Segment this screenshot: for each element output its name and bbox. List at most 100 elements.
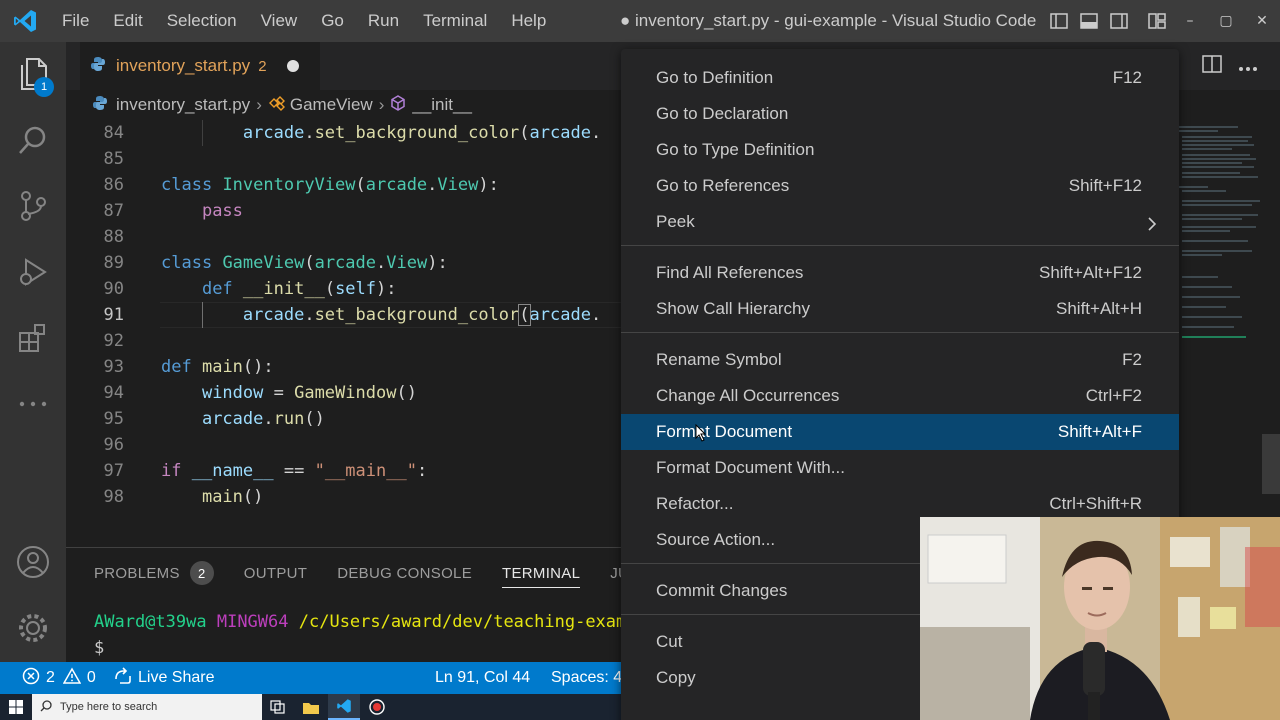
live-share-label: Live Share — [138, 669, 215, 686]
code-text: arcade.set_background_color(arcade. — [242, 123, 602, 143]
tab-debug-console[interactable]: DEBUG CONSOLE — [337, 548, 472, 598]
vscode-taskbar-icon[interactable] — [328, 694, 360, 720]
indentation-spaces[interactable]: Spaces: 4 — [551, 662, 622, 694]
code-line: 92 — [66, 328, 666, 354]
accounts-icon[interactable] — [0, 530, 66, 594]
menu-format-document-with[interactable]: Format Document With... — [621, 450, 1179, 486]
menu-terminal[interactable]: Terminal — [411, 0, 499, 42]
python-file-icon — [90, 56, 106, 76]
extensions-icon[interactable] — [0, 306, 66, 370]
source-control-icon[interactable] — [0, 174, 66, 238]
run-debug-icon[interactable] — [0, 240, 66, 304]
more-actions-icon[interactable] — [1238, 57, 1258, 76]
menu-bar: File Edit Selection View Go Run Terminal… — [50, 0, 558, 42]
menu-item-shortcut: Shift+Alt+F — [1057, 422, 1142, 441]
code-line: 84 arcade.set_background_color(arcade. — [66, 120, 666, 146]
unsaved-dot-icon[interactable] — [286, 60, 299, 72]
tab-output[interactable]: OUTPUT — [244, 548, 307, 598]
windows-start-icon[interactable] — [0, 694, 32, 720]
menu-help[interactable]: Help — [499, 0, 558, 42]
error-count: 2 — [46, 669, 55, 686]
terminal-path: /c/Users/award/dev/teaching-examp — [298, 612, 637, 632]
menu-file[interactable]: File — [50, 0, 101, 42]
line-number: 86 — [103, 175, 124, 195]
menu-go-to-references[interactable]: Go to References Shift+F12 — [621, 168, 1179, 204]
menu-separator — [621, 245, 1179, 246]
line-number: 87 — [103, 201, 124, 221]
menu-item-shortcut: Shift+F12 — [1068, 176, 1142, 195]
menu-go-to-declaration[interactable]: Go to Declaration — [621, 96, 1179, 132]
code-line: 91 arcade.set_background_color(arcade. — [66, 302, 666, 328]
tab-inventory-start[interactable]: inventory_start.py 2 — [80, 42, 320, 90]
code-line: 95 arcade.run() — [66, 406, 666, 432]
live-share-button[interactable]: Live Share — [114, 662, 215, 694]
menu-rename-symbol[interactable]: Rename Symbol F2 — [621, 342, 1179, 378]
menu-show-call-hierarchy[interactable]: Show Call Hierarchy Shift+Alt+H — [621, 291, 1179, 327]
menu-selection[interactable]: Selection — [155, 0, 249, 42]
manage-gear-icon[interactable] — [0, 596, 66, 660]
menu-go-to-definition[interactable]: Go to Definition F12 — [621, 60, 1179, 96]
terminal-output[interactable]: AWard@t39wa MINGW64 /c/Users/award/dev/t… — [94, 612, 637, 632]
menu-find-all-references[interactable]: Find All References Shift+Alt+F12 — [621, 255, 1179, 291]
code-line: 96 — [66, 432, 666, 458]
toggle-sidebar-icon[interactable] — [1044, 0, 1074, 42]
close-window-icon[interactable]: ✕ — [1244, 0, 1280, 42]
line-number: 95 — [103, 409, 124, 429]
chevron-right-icon: › — [378, 95, 385, 114]
breadcrumb-method[interactable]: __init__ — [412, 95, 472, 115]
line-number: 97 — [103, 461, 124, 481]
menu-item-label: Source Action... — [656, 530, 776, 549]
tab-problems[interactable]: PROBLEMS 2 — [94, 548, 214, 598]
warning-count: 0 — [86, 669, 96, 686]
line-number: 92 — [103, 331, 124, 351]
code-text: arcade.run() — [201, 409, 325, 429]
cursor-position[interactable]: Ln 91, Col 44 — [435, 662, 530, 694]
minimap[interactable] — [1178, 120, 1268, 420]
taskbar-search[interactable]: Type here to search — [32, 694, 262, 720]
code-line: 85 — [66, 146, 666, 172]
menu-go-to-type-definition[interactable]: Go to Type Definition — [621, 132, 1179, 168]
task-view-icon[interactable] — [262, 694, 294, 720]
tab-terminal[interactable]: TERMINAL — [502, 548, 581, 598]
code-line: 94 window = GameWindow() — [66, 380, 666, 406]
minimize-icon[interactable]: – — [1172, 0, 1208, 42]
code-line: 89 class GameView(arcade.View): — [66, 250, 666, 276]
menu-go[interactable]: Go — [309, 0, 356, 42]
menu-view[interactable]: View — [249, 0, 310, 42]
menu-run[interactable]: Run — [356, 0, 411, 42]
toggle-secondary-sidebar-icon[interactable] — [1104, 0, 1134, 42]
code-line: 98 main() — [66, 484, 666, 510]
editor-actions — [1186, 42, 1258, 90]
menu-edit[interactable]: Edit — [101, 0, 154, 42]
code-text: if __name__ == "__main__": — [161, 461, 428, 481]
terminal-user: AWard@t39wa — [94, 612, 207, 632]
line-number: 98 — [103, 487, 124, 507]
recorder-icon[interactable] — [361, 694, 393, 720]
code-line: 97 if __name__ == "__main__": — [66, 458, 666, 484]
menu-item-label: Format Document With... — [656, 458, 845, 477]
line-number: 84 — [103, 123, 124, 143]
presenter-video-image — [920, 517, 1280, 720]
breadcrumb-file[interactable]: inventory_start.py — [116, 95, 250, 115]
more-views-icon[interactable] — [0, 372, 66, 436]
search-icon[interactable] — [0, 108, 66, 172]
toggle-panel-icon[interactable] — [1074, 0, 1104, 42]
panel-tab-bar: PROBLEMS 2 OUTPUT DEBUG CONSOLE TERMINAL … — [94, 548, 689, 598]
problems-status[interactable]: 2 0 — [22, 662, 96, 694]
code-line: 90 def __init__(self): — [66, 276, 666, 302]
method-symbol-icon — [390, 94, 406, 116]
explorer-icon[interactable]: 1 — [0, 42, 66, 106]
customize-layout-icon[interactable] — [1142, 0, 1172, 42]
breadcrumb-class[interactable]: GameView — [290, 95, 373, 115]
class-symbol-icon — [268, 95, 286, 116]
restore-icon[interactable]: ▢ — [1208, 0, 1244, 42]
menu-change-all-occurrences[interactable]: Change All Occurrences Ctrl+F2 — [621, 378, 1179, 414]
window-title: ● inventory_start.py - gui-example - Vis… — [620, 11, 1037, 30]
terminal-prompt[interactable]: $ — [94, 638, 104, 658]
split-editor-icon[interactable] — [1202, 55, 1222, 77]
menu-peek[interactable]: Peek — [621, 204, 1179, 240]
vertical-scrollbar[interactable] — [1262, 434, 1280, 494]
file-explorer-icon[interactable] — [295, 694, 327, 720]
code-text: class GameView(arcade.View): — [161, 253, 448, 273]
breadcrumb: inventory_start.py › GameView › __init__ — [66, 90, 666, 120]
